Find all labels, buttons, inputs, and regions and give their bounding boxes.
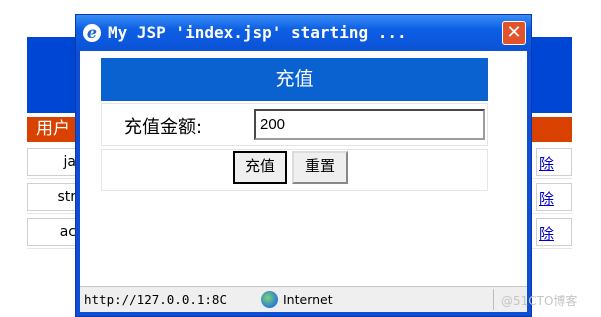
delete-link[interactable]: 除: [539, 223, 554, 244]
window-title: My JSP 'index.jsp' starting ...: [108, 23, 407, 42]
form-heading: 充值: [101, 58, 488, 101]
username-text: ac: [59, 224, 76, 240]
username-cell: ac: [27, 218, 79, 246]
delete-link[interactable]: 除: [539, 153, 554, 174]
close-button[interactable]: ✕: [502, 21, 526, 45]
title-bar[interactable]: e My JSP 'index.jsp' starting ... ✕: [76, 15, 531, 51]
ie-icon: e: [83, 24, 101, 42]
table-header-text: 用户: [36, 119, 70, 139]
popup-window: e My JSP 'index.jsp' starting ... ✕ 充值 充…: [75, 14, 532, 317]
status-url: http://127.0.0.1:8C: [84, 292, 227, 307]
status-bar: http://127.0.0.1:8C Internet: [80, 286, 527, 312]
watermark: @51CTO博客: [501, 294, 578, 308]
reset-button[interactable]: 重置: [292, 151, 348, 184]
delete-cell: 除: [536, 148, 572, 176]
delete-cell: 除: [536, 183, 572, 211]
close-icon: ✕: [506, 22, 522, 43]
delete-link[interactable]: 除: [539, 188, 554, 209]
status-divider: [493, 289, 494, 310]
delete-cell: 除: [536, 218, 572, 246]
username-cell: ja: [27, 148, 79, 176]
recharge-button[interactable]: 充值: [233, 151, 287, 184]
security-zone: Internet: [283, 292, 333, 307]
username-cell: str: [27, 183, 79, 211]
window-content: 充值 充值金额: 充值 重置: [80, 51, 527, 286]
amount-input[interactable]: [254, 109, 485, 140]
username-text: str: [57, 189, 76, 205]
globe-icon: [261, 291, 278, 308]
button-row: 充值 重置: [101, 149, 488, 191]
amount-row: 充值金额:: [101, 103, 488, 146]
amount-label: 充值金额:: [124, 117, 203, 138]
